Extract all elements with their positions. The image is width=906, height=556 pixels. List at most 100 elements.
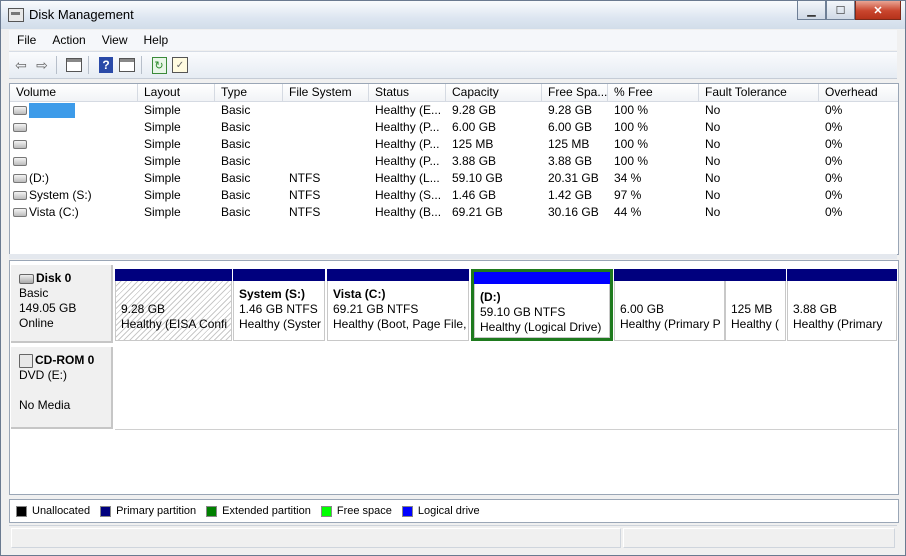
legend-item: Free space [320,505,392,517]
volume-disk-icon [13,157,27,166]
column-header-capacity[interactable]: Capacity [446,84,542,101]
partition-block[interactable]: Vista (C:) 69.21 GB NTFS Healthy (Boot, Pa… [327,269,469,341]
cdrom-0-name: CD-ROM 0 [35,353,95,367]
volume-pct-cell: 44 % [614,205,642,219]
legend-swatch [100,505,112,517]
volume-overhead-cell: 0% [825,154,843,168]
minimize-button[interactable]: ▁ [797,1,826,20]
volume-pct-cell: 34 % [614,171,642,185]
column-header-fault-tolerance[interactable]: Fault Tolerance [699,84,819,101]
volume-row[interactable]: (D:) Simple Basic NTFS Healthy (L... 59.10 GB… [10,170,898,187]
properties-icon[interactable] [118,56,136,74]
volume-row[interactable]: Simple Basic Healthy (P... 125 MB 125 MB 100 … [10,136,898,153]
volume-name-cell: Vista (C:) [10,204,138,221]
volume-fault-cell: No [705,154,721,168]
volume-pct-cell: 100 % [614,120,649,134]
volume-name: (D:) [29,171,49,185]
volume-type-cell: Basic [221,154,251,168]
volume-disk-icon [13,208,27,217]
volume-overhead-cell: 0% [825,137,843,151]
disk-0-label[interactable]: Disk 0 Basic 149.05 GB Online [11,265,113,343]
cdrom-0-state: No Media [19,398,71,412]
volume-layout-cell: Simple [144,188,181,202]
partition-size: 6.00 GB [620,302,665,316]
legend-item: Unallocated [16,505,90,517]
volume-layout-cell: Simple [144,205,181,219]
menu-view[interactable]: View [94,33,136,47]
cd-drive-icon [19,353,33,368]
help-icon[interactable]: ? [97,56,115,74]
column-header-volume[interactable]: Volume [10,84,138,101]
volume-fs-cell [283,136,369,153]
partition-block[interactable]: 125 MB Healthy ( [725,269,786,341]
menu-bar: File Action View Help [9,30,897,50]
partition-status: Healthy (EISA Confi [121,317,228,331]
partition-block[interactable]: 9.28 GB Healthy (EISA Confi [115,269,232,341]
volume-status-cell: Healthy (P... [375,137,440,151]
menu-help[interactable]: Help [136,33,177,47]
legend-swatch [16,505,27,517]
column-header-type[interactable]: Type [215,84,283,101]
volume-status-cell: Healthy (S... [375,188,442,202]
maximize-button[interactable]: ☐ [826,1,855,20]
volume-status-cell: Healthy (P... [375,120,440,134]
close-button[interactable]: ✕ [855,1,901,20]
show-hide-console-tree-icon[interactable] [65,56,83,74]
cdrom-0-type: DVD (E:) [19,368,67,382]
volume-status-cell: Healthy (B... [375,205,442,219]
volume-fs-cell [283,153,369,170]
partition-block[interactable]: 6.00 GB Healthy (Primary P [614,269,725,341]
volume-free-cell: 1.42 GB [548,188,593,202]
forward-icon[interactable]: ⇨ [33,56,51,74]
column-header-file-system[interactable]: File System [283,84,369,101]
legend: Unallocated Primary partition Extended par… [9,499,899,523]
partition-body: 125 MB Healthy ( [725,281,786,341]
volume-name-cell: (D:) [10,170,138,187]
partition-block[interactable]: 3.88 GB Healthy (Primary [787,269,897,341]
toolbar-separator [141,56,142,74]
volume-row[interactable]: Simple Basic Healthy (E... 9.28 GB 9.28 GB 10… [10,102,898,119]
partition-block[interactable]: System (S:) 1.46 GB NTFS Healthy (Syster [233,269,325,341]
volume-fs-cell [283,119,369,136]
column-header-layout[interactable]: Layout [138,84,215,101]
refresh-icon[interactable]: ↻ [150,56,168,74]
column-header-status[interactable]: Status [369,84,446,101]
column-header-overhead[interactable]: Overhead [819,84,898,101]
disk-management-app-icon [8,8,24,22]
status-bar [9,525,897,548]
volume-fault-cell: No [705,188,721,202]
column-header-percent-free[interactable]: % Free [608,84,699,101]
title-bar[interactable]: Disk Management ▁ ☐ ✕ [1,1,905,29]
volume-pct-cell: 100 % [614,137,649,151]
back-icon[interactable]: ⇦ [12,56,30,74]
menu-file[interactable]: File [9,33,44,47]
column-header-free-space[interactable]: Free Spa... [542,84,608,101]
volume-layout-cell: Simple [144,120,181,134]
volume-fault-cell: No [705,120,721,134]
menu-action[interactable]: Action [44,33,93,47]
rescan-disks-icon[interactable]: ✓ [171,56,189,74]
volume-row[interactable]: Simple Basic Healthy (P... 3.88 GB 3.88 GB 10… [10,153,898,170]
volume-row[interactable]: System (S:) Simple Basic NTFS Healthy (S... 1… [10,187,898,204]
volume-list: Volume Layout Type File System Status Ca… [9,83,899,255]
volume-capacity-cell: 69.21 GB [452,205,503,219]
volume-row[interactable]: Simple Basic Healthy (P... 6.00 GB 6.00 GB 10… [10,119,898,136]
volume-row[interactable]: Vista (C:) Simple Basic NTFS Healthy (B... 69… [10,204,898,221]
partition-type-bar [725,269,786,281]
partition-status: Healthy (Syster [239,317,322,331]
volume-name-cell [10,136,138,153]
partition-name: Vista (C:) [333,287,386,301]
pane-splitter[interactable] [9,254,897,259]
redacted-volume-name [29,103,75,118]
legend-label: Primary partition [116,505,197,517]
partition-body: 3.88 GB Healthy (Primary [787,281,897,341]
cdrom-0-label[interactable]: CD-ROM 0 DVD (E:) No Media [11,347,113,429]
legend-item: Logical drive [401,505,480,517]
partition-block[interactable]: (D:) 59.10 GB NTFS Healthy (Logical Drive) [471,269,613,341]
legend-swatch [320,505,332,517]
volume-fs-cell: NTFS [289,171,321,185]
partition-type-bar [787,269,897,281]
legend-item: Primary partition [100,505,196,517]
legend-swatch [206,505,218,517]
volume-pct-cell: 100 % [614,154,649,168]
